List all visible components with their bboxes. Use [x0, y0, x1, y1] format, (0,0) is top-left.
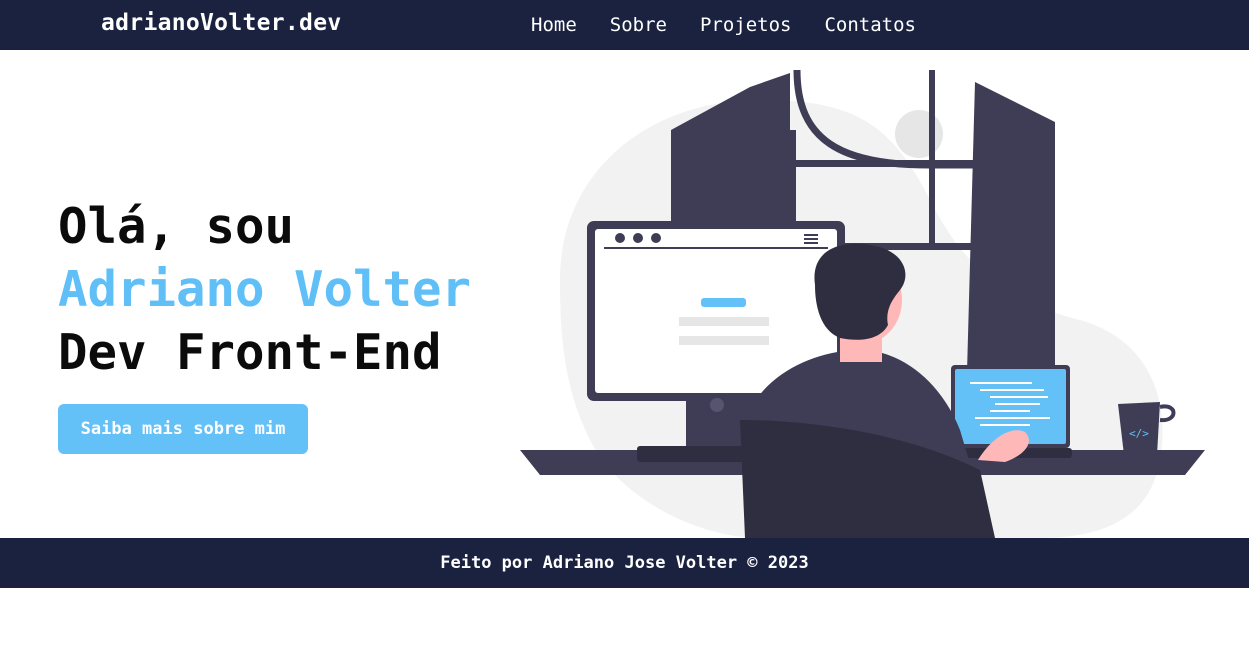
top-navbar: adrianoVolter.dev Home Sobre Projetos Co… [0, 0, 1249, 50]
nav-link-contatos[interactable]: Contatos [824, 14, 916, 36]
window-transom [790, 160, 975, 167]
browser-dot-icon [651, 233, 661, 243]
nav-link-projetos[interactable]: Projetos [700, 14, 792, 36]
hamburger-menu-icon-bar [804, 242, 818, 244]
developer-illustration: </> [520, 69, 1205, 538]
brand-logo-link[interactable]: adrianoVolter.dev [101, 10, 342, 36]
background-dot [895, 110, 943, 158]
screen-text-bar [679, 317, 769, 326]
mug-code-label: </> [1129, 427, 1149, 440]
nav-link-home[interactable]: Home [531, 14, 577, 36]
about-me-button[interactable]: Saiba mais sobre mim [58, 404, 308, 454]
main-nav: Home Sobre Projetos Contatos [531, 14, 916, 36]
mug-handle [1159, 404, 1176, 423]
screen-text-bar [679, 336, 769, 345]
nav-link-sobre[interactable]: Sobre [610, 14, 667, 36]
hero-role: Dev Front-End [58, 324, 442, 381]
browser-dot-icon [633, 233, 643, 243]
hero-greeting: Olá, sou [58, 198, 295, 255]
footer-copyright: Feito por Adriano Jose Volter © 2023 [440, 553, 809, 573]
stand-knob [710, 398, 724, 412]
hero-heading: Olá, sou Adriano Volter Dev Front-End [58, 195, 471, 384]
hamburger-menu-icon-bar [804, 238, 818, 240]
browser-dot-icon [615, 233, 625, 243]
screen-heading-bar [701, 298, 746, 307]
site-footer: Feito por Adriano Jose Volter © 2023 [0, 538, 1249, 588]
hamburger-menu-icon [804, 234, 818, 236]
hero-name: Adriano Volter [58, 261, 472, 318]
